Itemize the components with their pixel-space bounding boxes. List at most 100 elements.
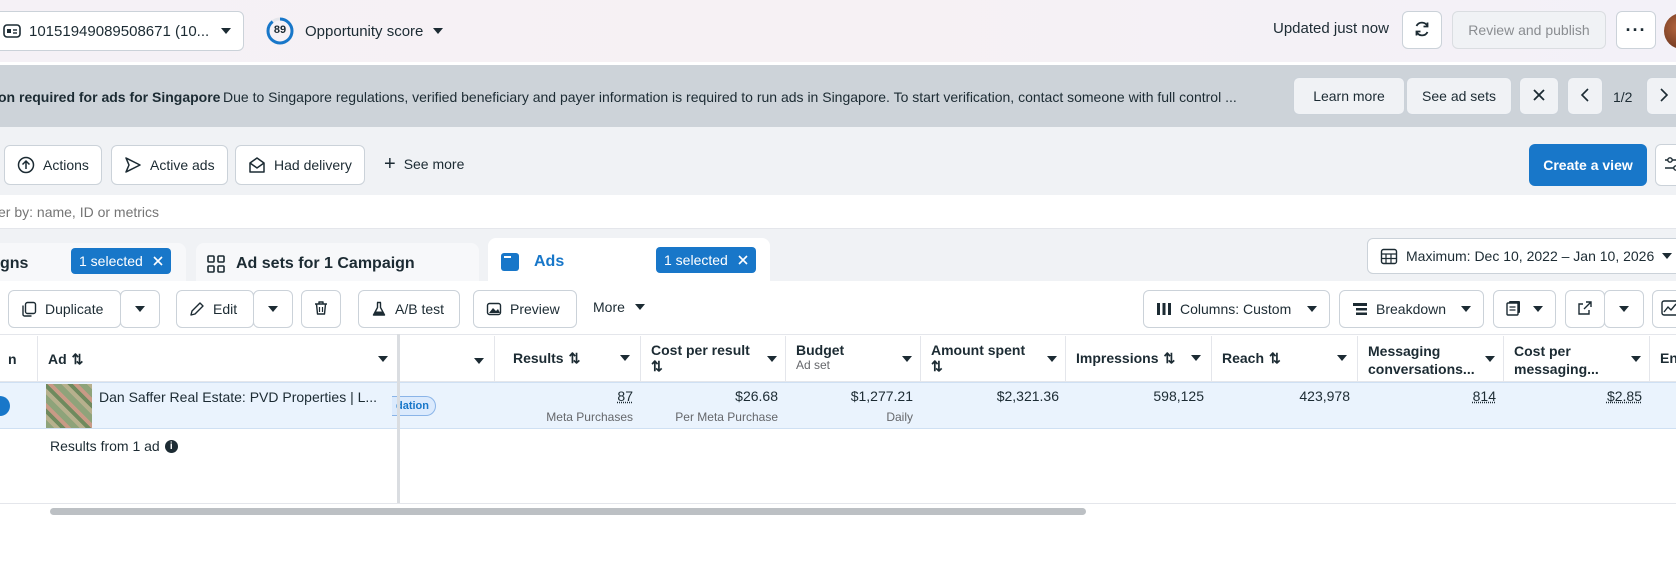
- sort-icon: ⇅: [931, 358, 943, 374]
- close-icon[interactable]: [738, 252, 748, 268]
- messaging-value[interactable]: 814: [1358, 388, 1496, 404]
- column-header-delivery[interactable]: [400, 336, 495, 382]
- sliders-icon: [1664, 156, 1676, 175]
- actions-filter[interactable]: Actions: [4, 145, 102, 185]
- had-delivery-filter[interactable]: Had delivery: [235, 145, 365, 185]
- horizontal-scrollbar[interactable]: [50, 508, 1086, 515]
- export-dropdown[interactable]: [1604, 290, 1644, 328]
- duplicate-label: Duplicate: [45, 301, 104, 317]
- duplicate-button[interactable]: Duplicate: [8, 290, 121, 328]
- banner-title: on required for ads for Singapore: [0, 89, 221, 105]
- chevron-down-icon: [221, 28, 231, 34]
- column-header-reach[interactable]: Reach ⇅: [1212, 336, 1358, 382]
- sort-icon: ⇅: [568, 350, 581, 366]
- ab-test-button[interactable]: A/B test: [358, 290, 460, 328]
- close-banner-button[interactable]: [1519, 77, 1559, 115]
- banner-pager: 1/2: [1613, 89, 1633, 105]
- chevron-left-icon: [1580, 87, 1590, 105]
- chevron-down-icon: [474, 358, 484, 364]
- results-cell: 87 Meta Purchases: [495, 388, 633, 424]
- see-ad-sets-button[interactable]: See ad sets: [1406, 77, 1512, 115]
- column-label: En: [1660, 350, 1676, 366]
- image-icon: [486, 301, 502, 317]
- more-button[interactable]: More: [593, 299, 645, 315]
- edit-dropdown[interactable]: [253, 290, 293, 328]
- cost-per-result-value: $26.68: [735, 388, 778, 404]
- column-header-cost-per-messaging[interactable]: Cost per messaging...: [1504, 336, 1650, 382]
- close-icon: [1532, 88, 1546, 105]
- column-header-cost-per-result[interactable]: Cost per result ⇅: [641, 336, 786, 382]
- copy-icon: [21, 301, 37, 317]
- opportunity-score[interactable]: 89 Opportunity score: [265, 14, 444, 48]
- review-publish-button[interactable]: Review and publish: [1452, 11, 1606, 49]
- cost-per-result-subtext: Per Meta Purchase: [675, 410, 778, 424]
- preview-button[interactable]: Preview: [473, 290, 577, 328]
- amount-spent-cell: $2,321.36: [921, 388, 1059, 404]
- columns-label: Columns: Custom: [1180, 301, 1292, 317]
- learn-more-button[interactable]: Learn more: [1293, 77, 1405, 115]
- tab-campaigns[interactable]: gns 1 selected: [0, 243, 186, 285]
- table-bottom-border: [0, 503, 1676, 504]
- column-header-ad[interactable]: Ad ⇅: [38, 336, 398, 382]
- column-header-partial[interactable]: n: [0, 336, 38, 382]
- send-icon: [124, 156, 142, 174]
- breakdown-button[interactable]: Breakdown: [1339, 290, 1484, 328]
- column-header-messaging[interactable]: Messaging conversations...: [1358, 336, 1504, 382]
- duplicate-dropdown[interactable]: [120, 290, 160, 328]
- ad-name-link[interactable]: Dan Saffer Real Estate: PVD Properties |…: [99, 389, 377, 405]
- account-selector[interactable]: 10151949089508671 (10...: [0, 11, 244, 51]
- tab-ads-label: Ads: [534, 253, 565, 270]
- column-header-budget[interactable]: Budget Ad set: [786, 336, 921, 382]
- tab-adsets[interactable]: Ad sets for 1 Campaign: [196, 243, 479, 285]
- chevron-right-icon: [1659, 87, 1669, 105]
- ads-selected-pill[interactable]: 1 selected: [656, 247, 756, 273]
- create-view-button[interactable]: Create a view: [1529, 144, 1647, 186]
- reach-cell: 423,978: [1212, 388, 1350, 404]
- edit-button[interactable]: Edit: [176, 290, 254, 328]
- cost-per-messaging-value[interactable]: $2.85: [1504, 388, 1642, 404]
- charts-button[interactable]: [1652, 290, 1676, 328]
- column-header-impressions[interactable]: Impressions ⇅: [1066, 336, 1212, 382]
- column-header-amount-spent[interactable]: Amount spent ⇅: [921, 336, 1066, 382]
- filter-settings-button[interactable]: [1655, 144, 1676, 186]
- reports-button[interactable]: [1493, 290, 1556, 328]
- delete-button[interactable]: [301, 290, 341, 328]
- see-more-filter[interactable]: + See more: [384, 154, 464, 174]
- more-options-button[interactable]: ···: [1616, 11, 1656, 49]
- column-label: Impressions: [1076, 350, 1159, 366]
- tab-campaigns-label: gns: [0, 255, 29, 272]
- column-label: n: [8, 351, 17, 367]
- close-icon[interactable]: [153, 253, 163, 269]
- column-label: Reach: [1222, 350, 1265, 366]
- create-view-label: Create a view: [1543, 157, 1633, 173]
- tab-ads[interactable]: Ads 1 selected: [488, 238, 770, 286]
- chevron-down-icon: [1619, 306, 1629, 312]
- flask-icon: [371, 301, 387, 317]
- pinned-column-divider[interactable]: [397, 334, 400, 504]
- date-range-picker[interactable]: Maximum: Dec 10, 2022 – Jan 10, 2026: [1367, 238, 1676, 274]
- score-value: 89: [273, 24, 287, 36]
- chevron-down-icon: [1307, 306, 1317, 312]
- banner-next-button[interactable]: [1646, 77, 1676, 115]
- chevron-down-icon: [378, 356, 388, 362]
- active-ads-filter[interactable]: Active ads: [111, 145, 228, 185]
- results-value[interactable]: 87: [495, 388, 633, 404]
- banner-message: Due to Singapore regulations, verified b…: [223, 89, 1237, 105]
- search-input[interactable]: [0, 200, 798, 224]
- export-button[interactable]: [1565, 290, 1605, 328]
- sort-icon: ⇅: [651, 358, 663, 374]
- column-header-results[interactable]: Results ⇅: [495, 336, 641, 382]
- info-icon[interactable]: i: [164, 439, 178, 453]
- account-icon: [3, 24, 21, 38]
- budget-value[interactable]: $1,277.21: [786, 388, 913, 404]
- external-link-icon: [1577, 300, 1593, 319]
- campaigns-selected-pill[interactable]: 1 selected: [71, 248, 171, 274]
- actions-label: Actions: [43, 157, 89, 173]
- banner-prev-button[interactable]: [1567, 77, 1603, 115]
- had-delivery-label: Had delivery: [274, 157, 352, 173]
- refresh-button[interactable]: [1402, 11, 1442, 49]
- column-header-next[interactable]: En: [1650, 336, 1676, 382]
- columns-button[interactable]: Columns: Custom: [1143, 290, 1330, 328]
- chevron-down-icon: [1047, 356, 1057, 362]
- ad-thumbnail: [46, 384, 92, 428]
